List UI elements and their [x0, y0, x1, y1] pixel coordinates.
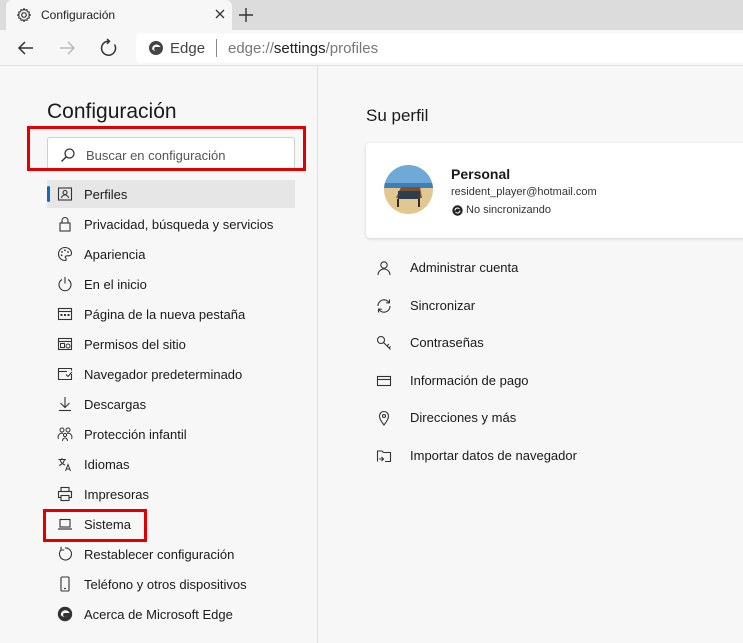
address-bar[interactable]: Edge edge://settings/profiles	[136, 33, 743, 63]
search-highlight-box	[27, 126, 306, 171]
sidebar-item-telefono[interactable]: Teléfono y otros dispositivos	[47, 570, 295, 598]
address-url: edge://settings/profiles	[228, 40, 379, 57]
phone-icon	[60, 576, 70, 592]
sync-off-icon	[452, 205, 463, 216]
sidebar-item-permisos[interactable]: Permisos del sitio	[47, 330, 295, 358]
refresh-icon[interactable]	[99, 38, 119, 58]
import-folder-icon	[376, 450, 392, 463]
forward-arrow-icon[interactable]	[57, 38, 77, 58]
sidebar-item-label: Permisos del sitio	[84, 337, 186, 352]
sidebar-item-privacidad[interactable]: Privacidad, búsqueda y servicios	[47, 210, 295, 238]
sidebar-item-descargas[interactable]: Descargas	[47, 390, 295, 418]
sidebar-item-label: Acerca de Microsoft Edge	[84, 607, 233, 622]
sidebar-item-label: Descargas	[84, 397, 147, 412]
sidebar-item-label: Teléfono y otros dispositivos	[84, 577, 247, 592]
page-title: Su perfil	[366, 106, 429, 125]
power-icon	[58, 277, 72, 292]
tab-strip: Configuración	[0, 0, 743, 30]
sidebar-item-label: Navegador predeterminado	[84, 367, 243, 382]
sidebar-item-proteccion-infantil[interactable]: Protección infantil	[47, 420, 295, 448]
sidebar-item-navegador[interactable]: Navegador predeterminado	[47, 360, 295, 388]
palette-icon	[57, 246, 73, 262]
sistema-highlight-box	[43, 509, 147, 542]
sidebar-item-impresoras[interactable]: Impresoras	[47, 480, 295, 508]
new-tab-plus-icon[interactable]	[236, 5, 256, 25]
sidebar-item-idiomas[interactable]: Idiomas	[47, 450, 295, 478]
grid-page-icon	[57, 307, 73, 321]
sidebar-item-label: Impresoras	[84, 487, 150, 502]
action-label: Importar datos de navegador	[410, 448, 577, 463]
browser-window-icon	[57, 367, 73, 381]
action-label: Sincronizar	[410, 298, 476, 313]
settings-title: Configuración	[47, 100, 177, 123]
profile-main-panel: Su perfil Personal resident_player@hotma…	[319, 66, 743, 643]
profile-card-icon	[57, 187, 73, 201]
sidebar-item-acerca[interactable]: Acerca de Microsoft Edge	[47, 600, 295, 628]
import-browser-data-link[interactable]: Importar datos de navegador	[366, 442, 736, 470]
sidebar-item-nueva-pestana[interactable]: Página de la nueva pestaña	[47, 300, 295, 328]
address-site-label: Edge	[170, 40, 206, 57]
back-arrow-icon[interactable]	[16, 38, 36, 58]
action-label: Contraseñas	[410, 335, 484, 350]
credit-card-icon	[376, 375, 392, 387]
payment-info-link[interactable]: Información de pago	[366, 367, 736, 395]
printer-icon	[57, 486, 73, 502]
lock-icon	[59, 217, 71, 232]
location-pin-icon	[378, 410, 390, 426]
settings-sidebar: Configuración Perfiles Privacidad, búsqu…	[0, 66, 318, 643]
profile-name: Personal	[451, 166, 511, 182]
person-icon	[377, 261, 391, 276]
sidebar-item-label: Privacidad, búsqueda y servicios	[84, 217, 274, 232]
settings-page: Configuración Perfiles Privacidad, búsqu…	[0, 66, 743, 643]
sidebar-item-label: Página de la nueva pestaña	[84, 307, 246, 322]
sidebar-item-apariencia[interactable]: Apariencia	[47, 240, 295, 268]
sync-icon	[377, 299, 391, 313]
edge-logo-icon	[149, 41, 163, 55]
sidebar-item-inicio[interactable]: En el inicio	[47, 270, 295, 298]
passwords-link[interactable]: Contraseñas	[366, 329, 736, 357]
sidebar-item-label: Apariencia	[84, 247, 146, 262]
sidebar-item-label: Idiomas	[84, 457, 130, 472]
site-permissions-icon	[57, 337, 73, 351]
sidebar-item-perfiles[interactable]: Perfiles	[47, 180, 295, 208]
key-icon	[376, 335, 391, 350]
edge-logo-icon	[57, 606, 73, 622]
browser-toolbar: Edge edge://settings/profiles	[0, 30, 743, 66]
action-label: Información de pago	[410, 373, 529, 388]
action-label: Direcciones y más	[410, 410, 517, 425]
profile-email: resident_player@hotmail.com	[451, 186, 597, 198]
sync-status: No sincronizando	[466, 204, 551, 216]
reset-icon	[58, 546, 73, 561]
family-icon	[57, 427, 73, 442]
sidebar-item-label: Restablecer configuración	[84, 547, 235, 562]
profile-card: Personal resident_player@hotmail.com No …	[366, 143, 743, 238]
download-icon	[59, 397, 71, 412]
tab-title: Configuración	[41, 8, 116, 22]
language-icon	[58, 458, 71, 472]
action-label: Administrar cuenta	[410, 260, 519, 275]
sidebar-item-label: En el inicio	[84, 277, 147, 292]
sync-link[interactable]: Sincronizar	[366, 292, 736, 320]
sidebar-item-label: Perfiles	[84, 187, 128, 202]
address-separator	[216, 39, 217, 57]
sidebar-item-restablecer[interactable]: Restablecer configuración	[47, 540, 295, 568]
avatar[interactable]	[384, 165, 433, 214]
manage-account-link[interactable]: Administrar cuenta	[366, 254, 736, 282]
tab-settings[interactable]: Configuración	[6, 0, 232, 30]
close-icon[interactable]	[213, 7, 227, 21]
sidebar-item-label: Protección infantil	[84, 427, 187, 442]
gear-icon	[16, 7, 32, 23]
addresses-link[interactable]: Direcciones y más	[366, 404, 736, 432]
